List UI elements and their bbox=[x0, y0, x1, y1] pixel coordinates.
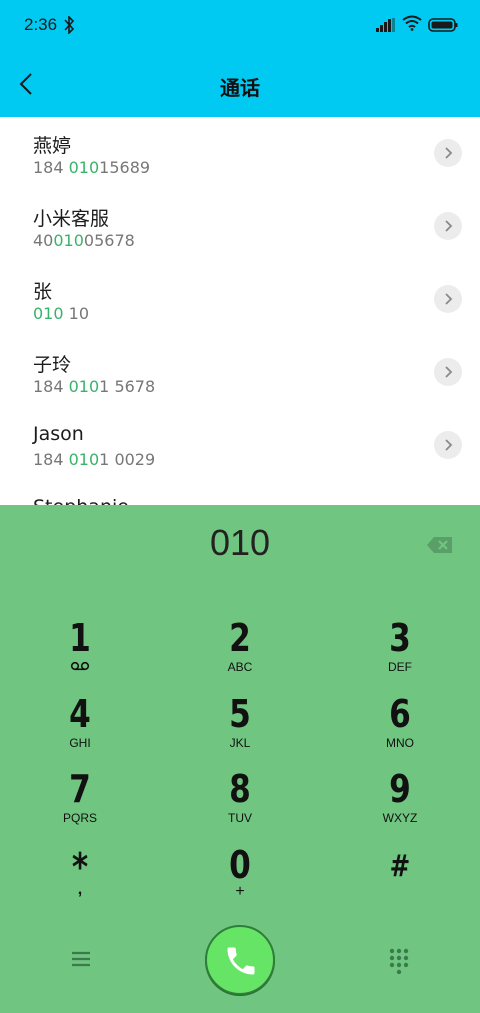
chevron-right-icon[interactable] bbox=[434, 139, 462, 167]
contact-name: Stephanie bbox=[33, 496, 129, 505]
key-7[interactable]: 7 PQRS bbox=[20, 769, 140, 839]
backspace-icon[interactable] bbox=[426, 535, 454, 559]
wifi-icon bbox=[402, 15, 422, 35]
voicemail-icon bbox=[20, 660, 140, 674]
list-item[interactable]: 子玲 184 0101 5678 bbox=[0, 336, 480, 409]
chevron-right-icon[interactable] bbox=[434, 358, 462, 386]
contact-list[interactable]: 燕婷 184 01015689 小米客服 4001005678 张 010 10… bbox=[0, 117, 480, 505]
status-time: 2:36 bbox=[24, 15, 58, 34]
key-1[interactable]: 1 bbox=[20, 618, 140, 688]
call-button[interactable] bbox=[205, 925, 275, 995]
key-0[interactable]: 0 + bbox=[180, 845, 300, 915]
signal-icon bbox=[376, 17, 396, 36]
key-5[interactable]: 5 JKL bbox=[180, 694, 300, 764]
key-2[interactable]: 2 ABC bbox=[180, 618, 300, 688]
list-item[interactable]: Stephanie bbox=[0, 482, 480, 505]
contact-name: 小米客服 bbox=[33, 208, 110, 230]
contact-number: 184 0101 5678 bbox=[33, 377, 156, 396]
phone-icon bbox=[227, 947, 255, 975]
key-8[interactable]: 8 TUV bbox=[180, 769, 300, 839]
contact-name: 张 bbox=[33, 281, 53, 303]
bluetooth-icon bbox=[64, 15, 75, 38]
chevron-right-icon[interactable] bbox=[434, 431, 462, 459]
contact-name: 燕婷 bbox=[33, 135, 72, 157]
contact-name: 子玲 bbox=[33, 354, 72, 376]
chevron-right-icon[interactable] bbox=[434, 212, 462, 240]
keypad-grid-icon[interactable] bbox=[388, 948, 410, 978]
chevron-right-icon[interactable] bbox=[434, 285, 462, 313]
list-item[interactable]: Jason 184 0101 0029 bbox=[0, 409, 480, 482]
status-bar: 2:36 bbox=[0, 0, 480, 52]
key-4[interactable]: 4 GHI bbox=[20, 694, 140, 764]
contact-number: 4001005678 bbox=[33, 231, 135, 250]
key-9[interactable]: 9 WXYZ bbox=[340, 769, 460, 839]
contact-number: 010 10 bbox=[33, 304, 89, 323]
key-3[interactable]: 3 DEF bbox=[340, 618, 460, 688]
list-item[interactable]: 小米客服 4001005678 bbox=[0, 190, 480, 263]
list-item[interactable]: 张 010 10 bbox=[0, 263, 480, 336]
key-star[interactable]: *, bbox=[20, 847, 140, 917]
key-6[interactable]: 6 MNO bbox=[340, 694, 460, 764]
battery-icon bbox=[428, 17, 458, 36]
dialed-number[interactable]: 010 bbox=[0, 522, 480, 564]
page-title: 通话 bbox=[220, 76, 260, 100]
contact-name: Jason bbox=[33, 423, 84, 445]
key-hash[interactable]: # bbox=[340, 847, 460, 917]
contact-number: 184 0101 0029 bbox=[33, 450, 156, 469]
menu-icon[interactable] bbox=[70, 948, 92, 974]
list-item[interactable]: 燕婷 184 01015689 bbox=[0, 117, 480, 190]
contact-number: 184 01015689 bbox=[33, 158, 151, 177]
